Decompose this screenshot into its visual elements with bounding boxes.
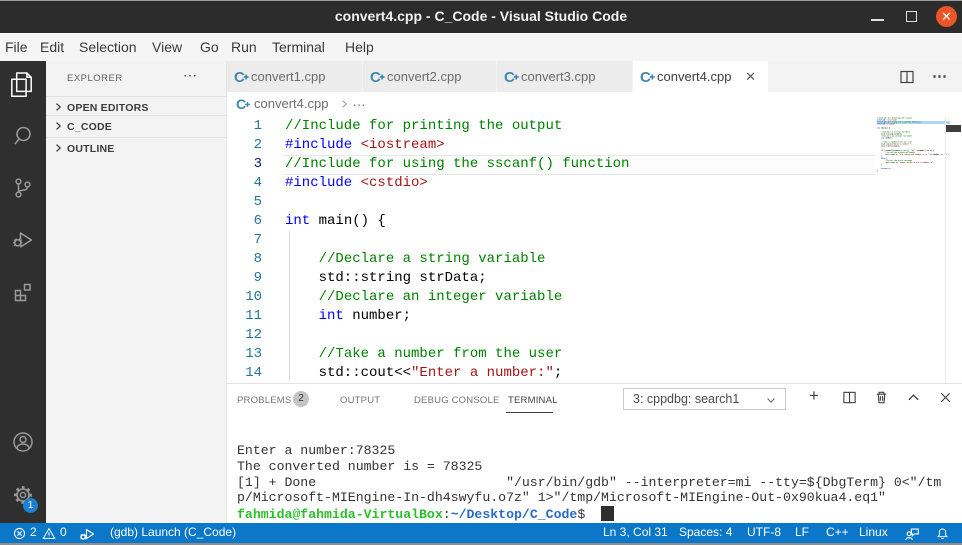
svg-text:C: C [640,69,651,85]
svg-text:C: C [504,69,515,85]
svg-text:C: C [234,69,245,85]
svg-text:C: C [370,69,381,85]
svg-text:C: C [236,97,246,112]
